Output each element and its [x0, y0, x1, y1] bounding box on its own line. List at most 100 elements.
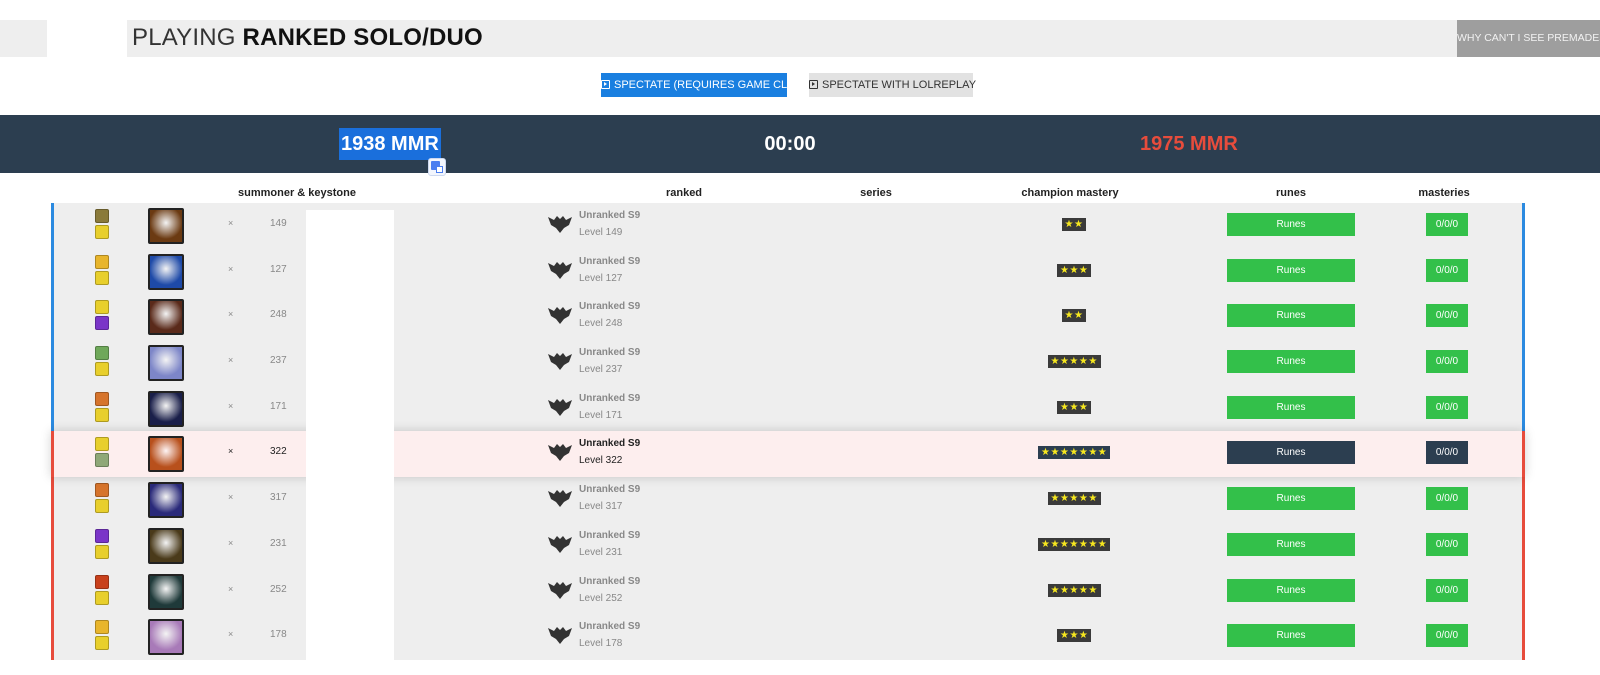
header-runes: runes [1276, 187, 1306, 199]
runes-button[interactable]: Runes [1227, 624, 1355, 648]
translate-icon[interactable] [428, 158, 446, 176]
spectate-lolreplay-button[interactable]: SPECTATE WITH LOLREPLAY [809, 73, 976, 97]
rank-level: Level 231 [579, 546, 623, 558]
masteries-button[interactable]: 0/0/0 [1426, 624, 1468, 648]
summoner-spell-icon [95, 316, 109, 331]
player-row-blue: × 237 Unranked S9 Level 237 ★★★★★ Runes 0/0/0 [51, 340, 1525, 386]
masteries-button[interactable]: 0/0/0 [1426, 258, 1468, 282]
runes-button[interactable]: Runes [1227, 395, 1355, 419]
summoner-spell-icon [95, 636, 109, 651]
masteries-button[interactable]: 0/0/0 [1426, 350, 1468, 374]
masteries-button[interactable]: 0/0/0 [1426, 532, 1468, 556]
champion-portrait-icon[interactable] [148, 345, 184, 382]
summoner-spell-icon [95, 453, 109, 468]
champion-mastery-stars: ★★ [1061, 309, 1087, 323]
champion-mastery-stars: ★★★★★ [1047, 583, 1101, 597]
champion-portrait-icon[interactable] [148, 436, 184, 473]
summoner-level: 252 [270, 583, 287, 595]
close-icon[interactable]: × [228, 446, 233, 456]
close-icon[interactable]: × [228, 218, 233, 228]
player-row-blue: × 248 Unranked S9 Level 248 ★★ Runes 0/0/0 [51, 294, 1525, 341]
rank-level: Level 178 [579, 638, 623, 650]
runes-button[interactable]: Runes [1227, 441, 1355, 465]
summoner-level: 178 [270, 629, 287, 641]
champion-portrait-icon[interactable] [148, 390, 184, 427]
summoner-spells [95, 209, 109, 241]
title-left-block [0, 20, 47, 57]
close-icon[interactable]: × [228, 309, 233, 319]
summoner-level: 171 [270, 400, 287, 412]
masteries-button[interactable]: 0/0/0 [1426, 395, 1468, 419]
player-row-red: × 322 Unranked S9 Level 322 ★★★★★★★ Runes 0/0/… [51, 431, 1525, 478]
summoner-level: 317 [270, 492, 287, 504]
summoner-spells [95, 528, 109, 561]
champion-portrait-icon[interactable] [148, 482, 184, 519]
close-icon[interactable]: × [228, 629, 233, 639]
rank-tier: Unranked S9 [579, 621, 641, 633]
champion-portrait-icon[interactable] [148, 527, 184, 564]
player-row-red: × 252 Unranked S9 Level 252 ★★★★★ Runes 0/0/0 [51, 568, 1525, 615]
masteries-button[interactable]: 0/0/0 [1426, 304, 1468, 328]
summoner-level: 322 [270, 446, 287, 458]
unranked-emblem-icon [548, 535, 572, 553]
masteries-button[interactable]: 0/0/0 [1426, 487, 1468, 511]
summoner-spell-icon [95, 407, 109, 422]
close-icon[interactable]: × [228, 538, 233, 548]
red-team-mmr: 1975 MMR [1140, 133, 1238, 155]
champion-portrait-icon[interactable] [148, 253, 184, 290]
masteries-button[interactable]: 0/0/0 [1426, 441, 1468, 465]
close-icon[interactable]: × [228, 355, 233, 365]
rank-tier: Unranked S9 [579, 575, 641, 587]
runes-button[interactable]: Runes [1227, 350, 1355, 374]
close-icon[interactable]: × [228, 492, 233, 502]
unranked-emblem-icon [548, 261, 572, 279]
rank-tier: Unranked S9 [579, 347, 641, 359]
summoner-level: 231 [270, 537, 287, 549]
summoner-spell-icon [95, 254, 109, 269]
spectate-client-button[interactable]: SPECTATE (REQUIRES GAME CLIENT) [601, 73, 816, 97]
runes-button[interactable]: Runes [1227, 258, 1355, 282]
unranked-emblem-icon [548, 307, 572, 325]
masteries-button[interactable]: 0/0/0 [1426, 213, 1468, 236]
play-icon [601, 80, 610, 89]
summoner-spells [95, 437, 109, 469]
rank-level: Level 317 [579, 501, 623, 513]
summoner-spell-icon [95, 574, 109, 589]
spectate-client-label: SPECTATE (REQUIRES GAME CLIENT) [614, 79, 816, 91]
runes-button[interactable]: Runes [1227, 487, 1355, 511]
summoner-spell-icon [95, 499, 109, 514]
champion-mastery-stars: ★★★★★★★ [1038, 446, 1111, 460]
masteries-button[interactable]: 0/0/0 [1426, 578, 1468, 602]
rank-level: Level 322 [579, 455, 623, 467]
summoner-spell-icon [95, 590, 109, 605]
champion-portrait-icon[interactable] [148, 619, 184, 656]
summoner-spell-icon [95, 528, 109, 543]
close-icon[interactable]: × [228, 264, 233, 274]
summoner-spells [95, 620, 109, 652]
champion-mastery-stars: ★★★ [1057, 400, 1092, 414]
champion-portrait-icon[interactable] [148, 208, 184, 244]
summoner-spell-icon [95, 437, 109, 452]
close-icon[interactable]: × [228, 584, 233, 594]
header-masteries: masteries [1418, 187, 1470, 199]
runes-button[interactable]: Runes [1227, 578, 1355, 602]
champion-portrait-icon[interactable] [148, 573, 184, 610]
summoner-spell-icon [95, 544, 109, 559]
runes-button[interactable]: Runes [1227, 532, 1355, 556]
champion-mastery-stars: ★★★★★ [1047, 355, 1101, 369]
summoner-level: 237 [270, 355, 287, 367]
game-timer: 00:00 [764, 133, 816, 155]
champion-portrait-icon[interactable] [148, 299, 184, 336]
header-series: series [860, 187, 892, 199]
runes-button[interactable]: Runes [1227, 304, 1355, 328]
summoner-name-redaction [306, 210, 394, 675]
header-champion-mastery: champion mastery [1021, 187, 1119, 199]
rank-tier: Unranked S9 [579, 255, 641, 267]
summoner-level: 127 [270, 263, 287, 275]
runes-button[interactable]: Runes [1227, 213, 1355, 236]
summoner-spells [95, 300, 109, 332]
unranked-emblem-icon [548, 353, 572, 371]
score-bar: 1938 MMR 00:00 1975 MMR [0, 115, 1600, 173]
why-no-premades-button[interactable]: WHY CAN'T I SEE PREMADES? [1457, 20, 1600, 57]
close-icon[interactable]: × [228, 401, 233, 411]
